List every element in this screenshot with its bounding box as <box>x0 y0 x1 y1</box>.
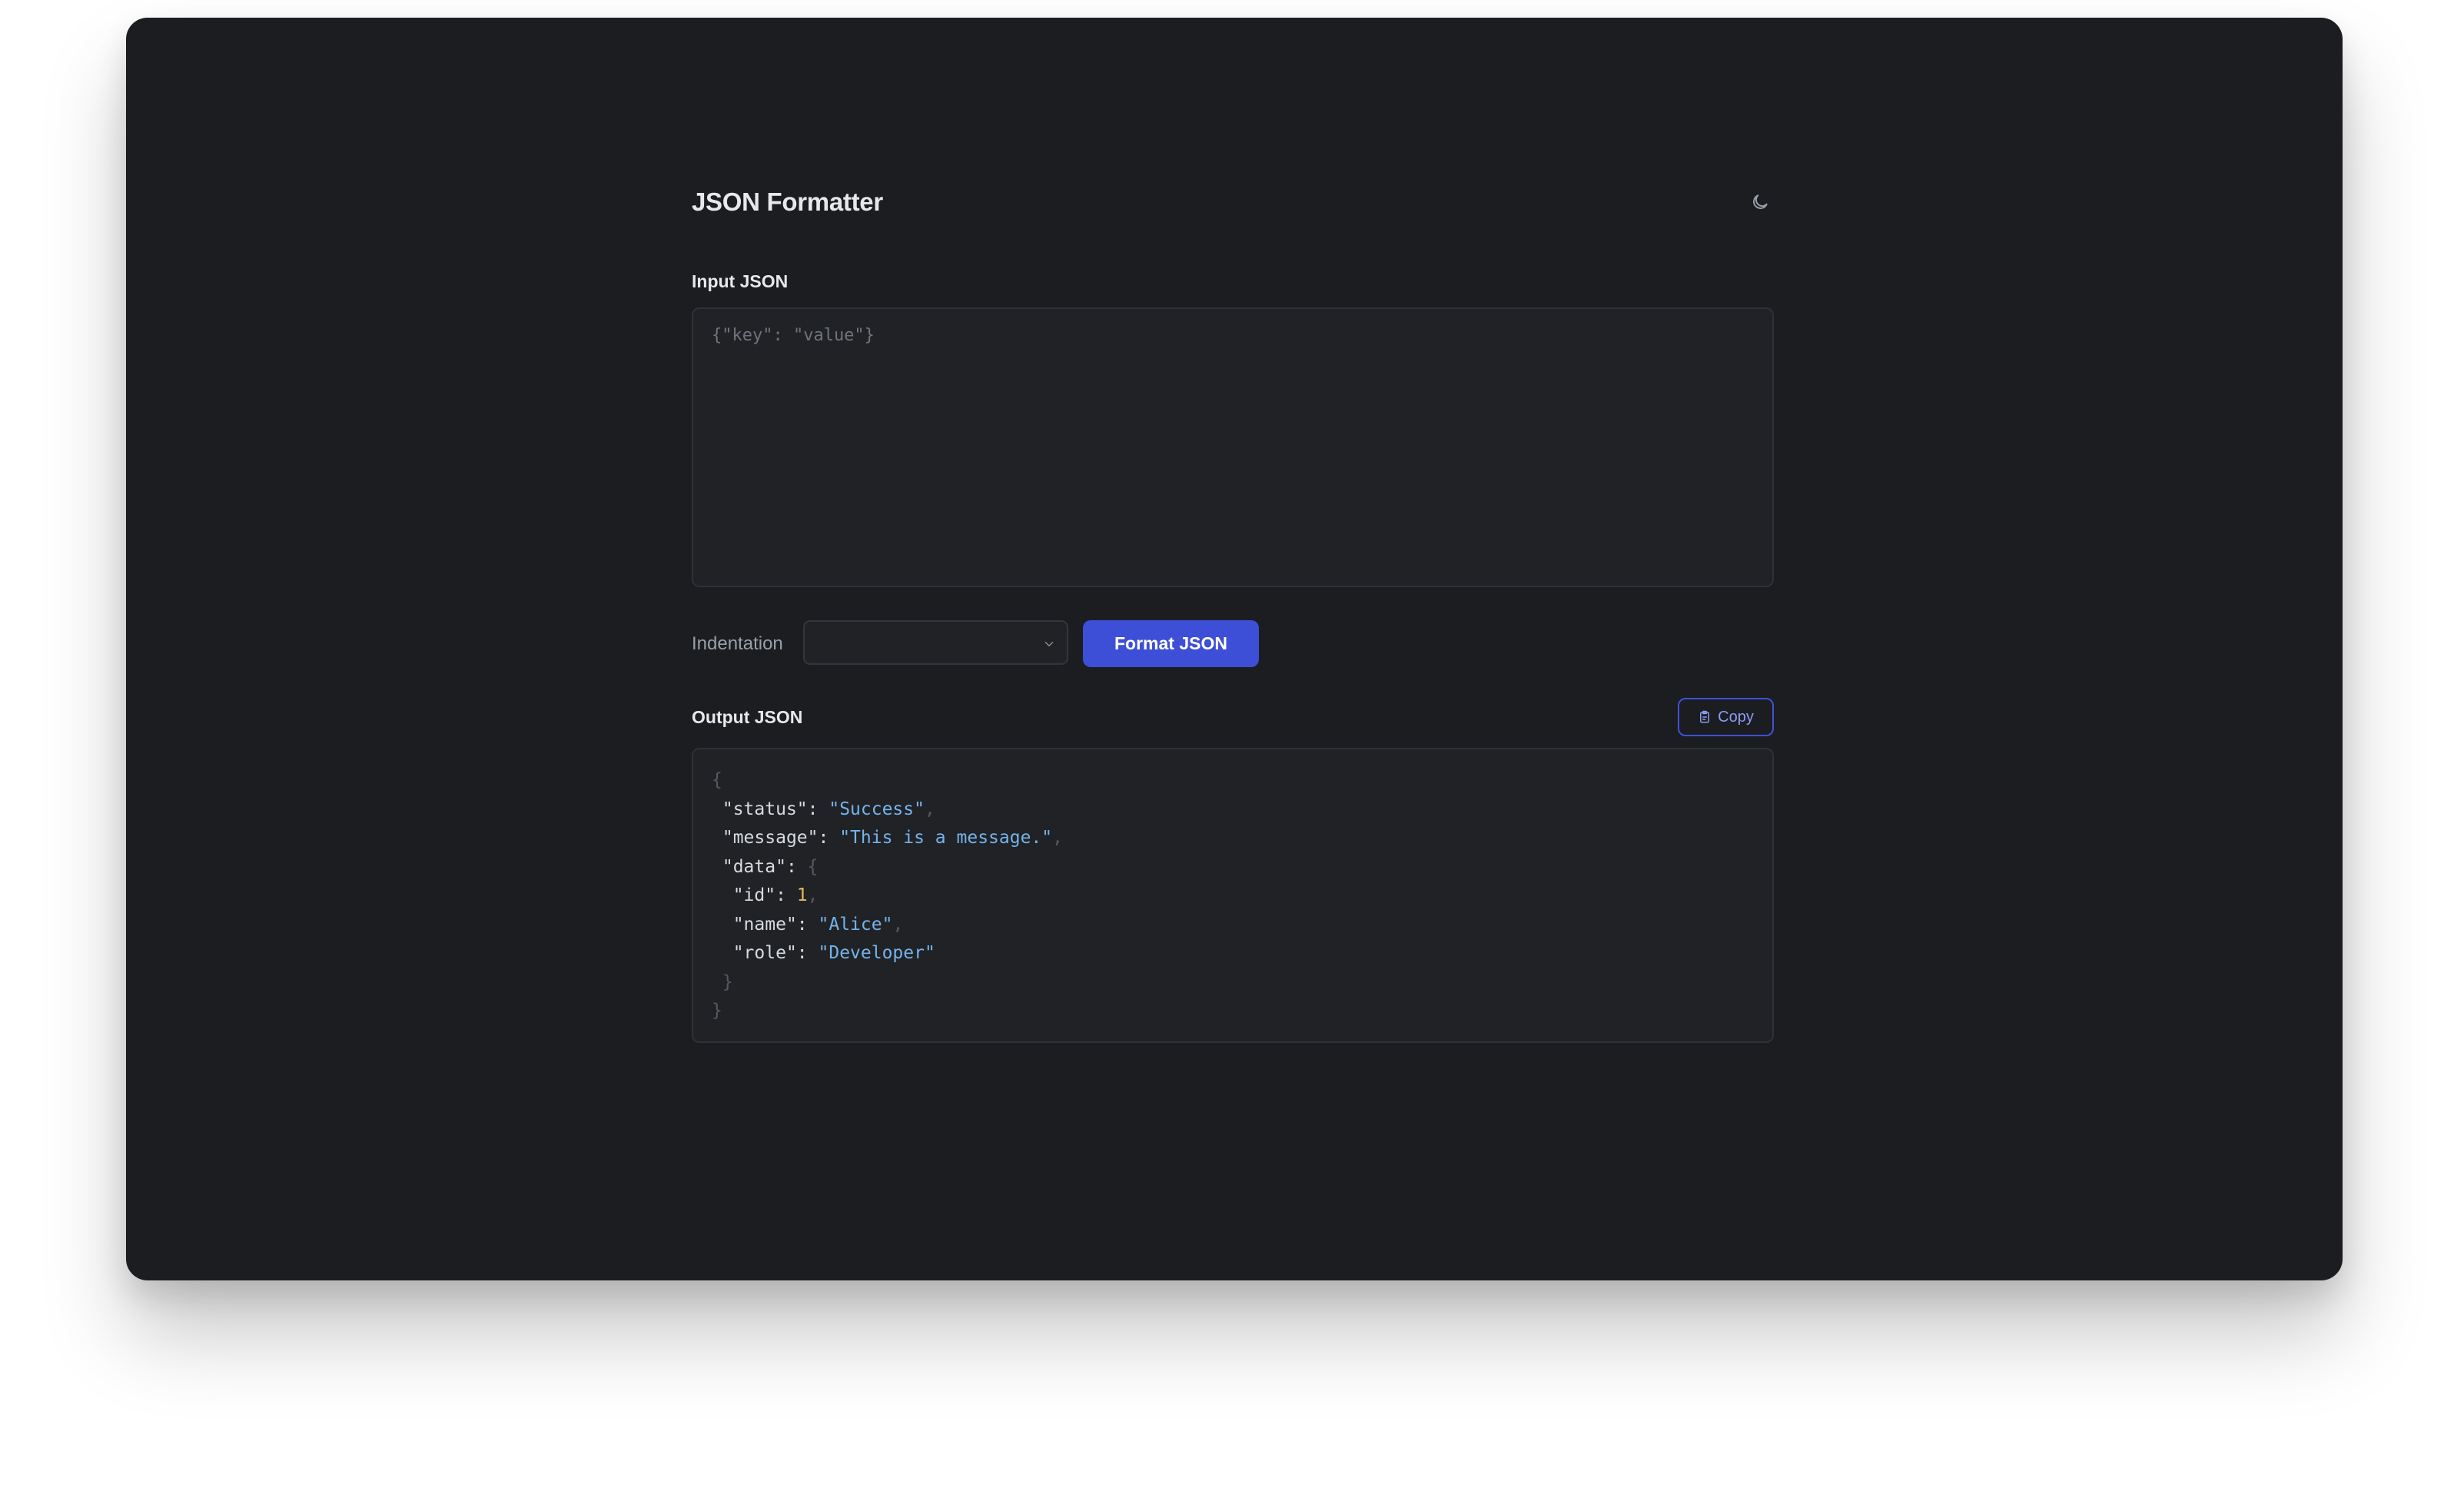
code-token-colon: : <box>807 799 829 819</box>
output-code-line: "role": "Developer" <box>712 939 1754 968</box>
indentation-label: Indentation <box>692 633 783 654</box>
code-token-punct: { <box>807 856 819 877</box>
output-code-line: "message": "This is a message.", <box>712 824 1754 853</box>
code-token-colon: : <box>818 828 840 848</box>
app-window: JSON Formatter Input JSON Indentation Fo… <box>126 18 2343 1280</box>
output-json-code: { "status": "Success", "message": "This … <box>712 766 1754 1026</box>
code-token-key: "message" <box>722 828 819 848</box>
code-token-punct: } <box>722 971 733 992</box>
indentation-select[interactable] <box>803 620 1068 665</box>
formatter-container: JSON Formatter Input JSON Indentation Fo… <box>692 171 1774 1043</box>
format-json-button[interactable]: Format JSON <box>1083 620 1259 667</box>
output-code-line: } <box>712 968 1754 998</box>
code-token-indent <box>712 828 722 848</box>
code-token-punct: , <box>1052 828 1063 848</box>
code-token-indent <box>712 972 722 992</box>
page-title: JSON Formatter <box>692 188 883 216</box>
code-token-str: "Success" <box>829 799 925 819</box>
code-token-str: "Alice" <box>818 914 893 935</box>
format-controls: Indentation Format JSON <box>692 620 1774 667</box>
output-code-line: } <box>712 997 1754 1026</box>
chevron-down-icon <box>1044 642 1054 646</box>
copy-button-label: Copy <box>1718 708 1754 726</box>
code-token-punct: , <box>924 799 935 819</box>
code-token-colon: : <box>796 914 819 935</box>
code-token-indent <box>712 799 722 819</box>
code-token-colon: : <box>796 943 819 963</box>
code-token-punct: , <box>807 885 819 905</box>
copy-button[interactable]: Copy <box>1678 698 1774 736</box>
output-code-line: { <box>712 766 1754 795</box>
input-json-textarea[interactable] <box>692 307 1774 587</box>
code-token-indent <box>712 915 733 935</box>
code-token-punct: } <box>712 1001 722 1021</box>
code-token-punct: , <box>892 914 904 935</box>
output-code-line: "status": "Success", <box>712 795 1754 825</box>
code-token-punct: { <box>712 770 722 790</box>
code-token-str: "Developer" <box>818 943 935 963</box>
header: JSON Formatter <box>692 171 1774 225</box>
code-token-indent <box>712 857 722 877</box>
output-code-line: "id": 1, <box>712 882 1754 911</box>
clipboard-icon <box>1700 710 1710 723</box>
code-token-colon: : <box>785 856 808 877</box>
code-token-key: "id" <box>732 885 776 905</box>
code-token-key: "name" <box>732 914 797 935</box>
code-token-colon: : <box>775 885 797 905</box>
output-code-line: "data": { <box>712 853 1754 882</box>
theme-toggle-button[interactable] <box>1746 188 1774 216</box>
moon-icon <box>1753 194 1768 209</box>
output-json-label: Output JSON <box>692 707 803 727</box>
code-token-key: "role" <box>732 943 797 963</box>
code-token-key: "status" <box>722 799 808 819</box>
code-token-indent <box>712 943 733 963</box>
code-token-indent <box>712 885 733 905</box>
output-json-panel[interactable]: { "status": "Success", "message": "This … <box>692 748 1774 1043</box>
code-token-key: "data" <box>722 856 786 877</box>
input-json-label: Input JSON <box>692 271 789 291</box>
output-code-line: "name": "Alice", <box>712 911 1754 940</box>
code-token-str: "This is a message." <box>839 828 1053 848</box>
code-token-num: 1 <box>796 885 808 905</box>
